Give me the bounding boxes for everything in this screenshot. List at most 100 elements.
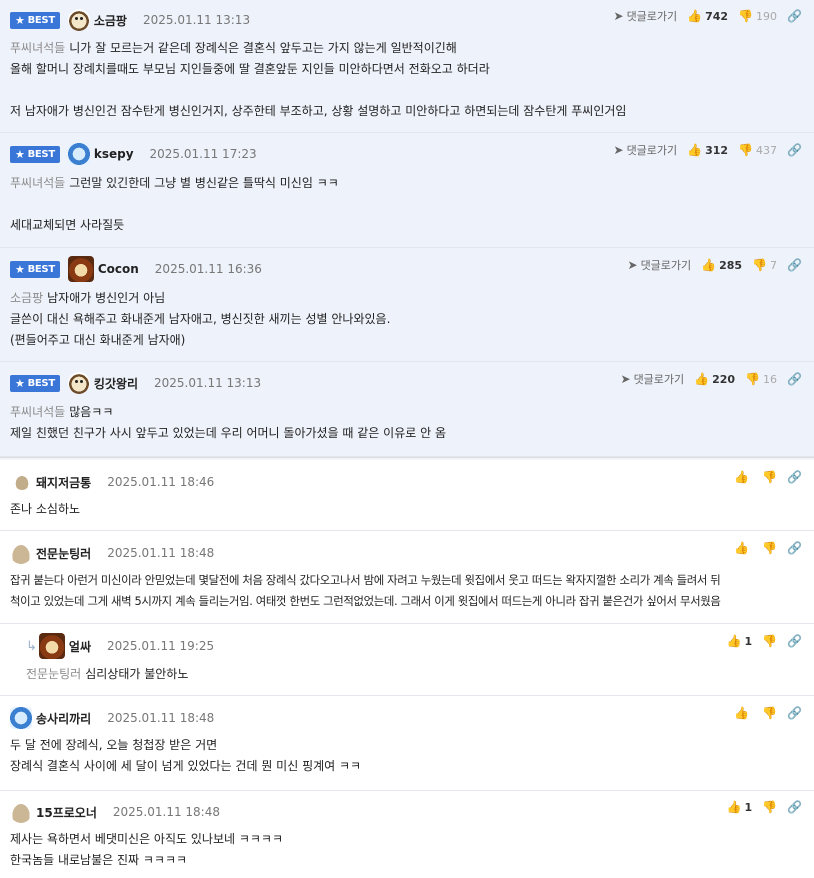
avatar[interactable] (67, 9, 90, 31)
dislike-button[interactable]: 👎 (762, 634, 777, 648)
avatar[interactable] (10, 801, 32, 823)
link-icon[interactable]: 🔗 (787, 541, 802, 555)
comment-actions: 👍 1 👎 🔗 (726, 800, 802, 814)
comment-line: 장례식 결혼식 사이에 세 달이 넘게 있었다는 건데 뭔 미신 핑계여 ㅋㅋ (10, 759, 362, 773)
go-to-reply-link[interactable]: ➤ 댓글로가기 (621, 371, 685, 387)
reply-comment: ↳ 얼싸 2025.01.11 19:25 👍 1 👎 🔗 전문눈팅러 심리상태가 … (0, 624, 814, 696)
nickname[interactable]: Cocon (98, 262, 139, 276)
comment-body: 존나 소심하노 (10, 499, 80, 520)
comment-date: 2025.01.11 13:13 (142, 13, 251, 27)
go-to-reply-link[interactable]: ➤ 댓글로가기 (628, 257, 692, 273)
nickname[interactable]: 킹갓왕리 (94, 375, 138, 392)
avatar[interactable] (67, 256, 94, 282)
dislike-button[interactable]: 👎 (762, 541, 777, 555)
nickname[interactable]: 송사리까리 (36, 710, 91, 727)
mention[interactable]: 푸씨녀석들 (10, 41, 65, 55)
comment-header: ★ BEST 킹갓왕리 2025.01.11 13:13 (10, 371, 261, 395)
dislike-count: 190 (756, 9, 778, 23)
nickname[interactable]: 전문눈팅러 (36, 545, 91, 562)
dislike-count: 16 (763, 372, 778, 386)
like-button[interactable]: 👍 220 (694, 372, 735, 386)
link-icon[interactable]: 🔗 (787, 143, 802, 157)
comment-header: ★ BEST Cocon 2025.01.11 16:36 (10, 256, 262, 282)
best-comment: ★ BEST 소금팡 2025.01.11 13:13 ➤ 댓글로가기 👍 742 👎… (0, 0, 814, 133)
link-icon[interactable]: 🔗 (787, 9, 802, 23)
send-arrow-icon: ➤ (613, 9, 624, 23)
dislike-button[interactable]: 👎 437 (738, 143, 777, 157)
link-icon[interactable]: 🔗 (787, 258, 802, 272)
dislike-button[interactable]: 👎 (762, 706, 777, 720)
comment-header: 돼지저금통 2025.01.11 18:46 (10, 470, 214, 494)
dislike-button[interactable]: 👎 7 (752, 258, 777, 272)
comment-line: 니가 잘 모르는거 같은데 장례식은 결혼식 앞두고는 가지 않는게 일반적이긴… (69, 41, 457, 55)
avatar[interactable] (38, 633, 65, 659)
go-to-reply-link[interactable]: ➤ 댓글로가기 (614, 142, 678, 158)
best-badge: ★ BEST (10, 260, 60, 278)
link-icon[interactable]: 🔗 (787, 706, 802, 720)
comment-body: 푸씨녀석들 니가 잘 모르는거 같은데 장례식은 결혼식 앞두고는 가지 않는게 … (10, 38, 626, 122)
thumbs-down-icon: 👎 (762, 541, 778, 555)
comment: 돼지저금통 2025.01.11 18:46 👍 👎 🔗 존나 소심하노 (0, 460, 814, 531)
like-button[interactable]: 👍 285 (701, 258, 742, 272)
dislike-button[interactable]: 👎 16 (745, 372, 777, 386)
comment-date: 2025.01.11 17:23 (149, 147, 257, 161)
mention[interactable]: 푸씨녀석들 (10, 176, 65, 190)
like-count: 1 (744, 800, 753, 814)
thumbs-down-icon: 👎 (752, 258, 768, 272)
best-badge: ★ BEST (10, 11, 60, 29)
like-button[interactable]: 👍 1 (726, 800, 752, 814)
like-button[interactable]: 👍 312 (687, 143, 728, 157)
comment-header: 송사리까리 2025.01.11 18:48 (10, 706, 214, 730)
comment-date: 2025.01.11 18:48 (112, 805, 220, 819)
nickname[interactable]: 15프로오너 (36, 804, 97, 821)
comment-line: 그런말 있긴한데 그냥 별 병신같은 틀딱식 미신임 ㅋㅋ (69, 176, 339, 190)
dislike-button[interactable]: 👎 (762, 470, 777, 484)
nickname[interactable]: 얼싸 (69, 638, 91, 655)
nickname[interactable]: ksepy (94, 147, 134, 161)
dislike-count: 7 (770, 258, 778, 272)
like-button[interactable]: 👍 (734, 706, 752, 720)
comment-line: 남자애가 병신인거 아님 (47, 291, 166, 305)
mention[interactable]: 소금팡 (10, 291, 43, 305)
comment-date: 2025.01.11 18:46 (107, 475, 215, 489)
comment-line: (편들어주고 대신 화내준게 남자애) (10, 333, 186, 347)
thumbs-up-icon: 👍 (687, 9, 703, 23)
like-button[interactable]: 👍 (734, 470, 752, 484)
nickname[interactable]: 돼지저금통 (36, 474, 91, 491)
star-icon: ★ (15, 13, 25, 27)
like-count: 285 (719, 258, 743, 272)
like-count: 312 (705, 143, 729, 157)
avatar[interactable] (10, 707, 32, 729)
avatar[interactable] (14, 474, 30, 490)
like-button[interactable]: 👍 (734, 541, 752, 555)
link-icon[interactable]: 🔗 (787, 372, 802, 386)
comment-date: 2025.01.11 19:25 (107, 639, 215, 653)
like-button[interactable]: 👍 742 (687, 9, 728, 23)
comment-line: 올해 할머니 장례치를때도 부모님 지인들중에 딸 결혼앞둔 지인들 미안하다면… (10, 62, 490, 76)
mention[interactable]: 전문눈팅러 (26, 667, 81, 681)
comment-body: 두 달 전에 장례식, 오늘 청첩장 받은 거면 장례식 결혼식 사이에 세 달… (10, 735, 361, 777)
comment-date: 2025.01.11 16:36 (154, 262, 262, 276)
comment-header: ↳ 얼싸 2025.01.11 19:25 (26, 633, 215, 659)
best-label: BEST (27, 377, 56, 389)
link-icon[interactable]: 🔗 (787, 470, 802, 484)
go-to-reply-link[interactable]: ➤ 댓글로가기 (614, 8, 678, 24)
avatar[interactable] (67, 143, 90, 165)
comment-actions: ➤ 댓글로가기 👍 312 👎 437 🔗 (614, 142, 803, 158)
link-icon[interactable]: 🔗 (787, 800, 802, 814)
like-count: 742 (705, 9, 729, 23)
avatar[interactable] (10, 542, 32, 564)
comment-body: 푸씨녀석들 그런말 있긴한데 그냥 별 병신같은 틀딱식 미신임 ㅋㅋ 세대교체되… (10, 173, 339, 236)
dislike-button[interactable]: 👎 (762, 800, 777, 814)
go-to-reply-label: 댓글로가기 (626, 10, 678, 23)
dislike-button[interactable]: 👎 190 (738, 9, 777, 23)
best-label: BEST (27, 148, 56, 160)
thumbs-down-icon: 👎 (762, 800, 778, 814)
comment-line: 존나 소심하노 (10, 502, 81, 516)
nickname[interactable]: 소금팡 (94, 12, 127, 29)
like-button[interactable]: 👍 1 (726, 634, 752, 648)
comment-line: 많음ㅋㅋ (69, 405, 114, 419)
link-icon[interactable]: 🔗 (787, 634, 802, 648)
mention[interactable]: 푸씨녀석들 (10, 405, 65, 419)
avatar[interactable] (67, 372, 90, 394)
